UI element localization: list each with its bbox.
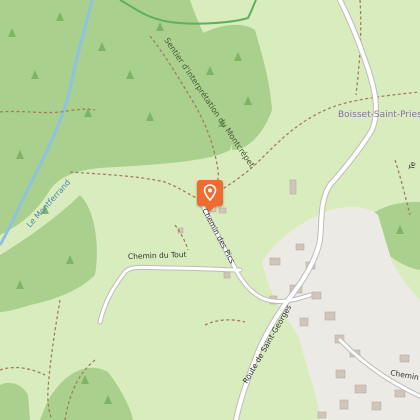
building (269, 257, 281, 266)
building (218, 207, 227, 214)
building (299, 317, 309, 327)
map-pin-marker[interactable] (197, 180, 223, 212)
building (311, 291, 322, 300)
village-label: Boisset-Saint-Priest (338, 110, 420, 120)
building (289, 179, 297, 195)
building (324, 311, 336, 321)
building (399, 354, 410, 363)
building (295, 243, 305, 251)
building (223, 271, 231, 279)
building (354, 384, 367, 394)
building (339, 399, 349, 410)
building (394, 389, 406, 398)
building (371, 401, 382, 411)
building (317, 411, 327, 419)
map-pin-icon (203, 184, 217, 202)
map-view[interactable]: Sentier d'interprétation du Montcrépet B… (0, 0, 420, 420)
building (335, 369, 346, 379)
